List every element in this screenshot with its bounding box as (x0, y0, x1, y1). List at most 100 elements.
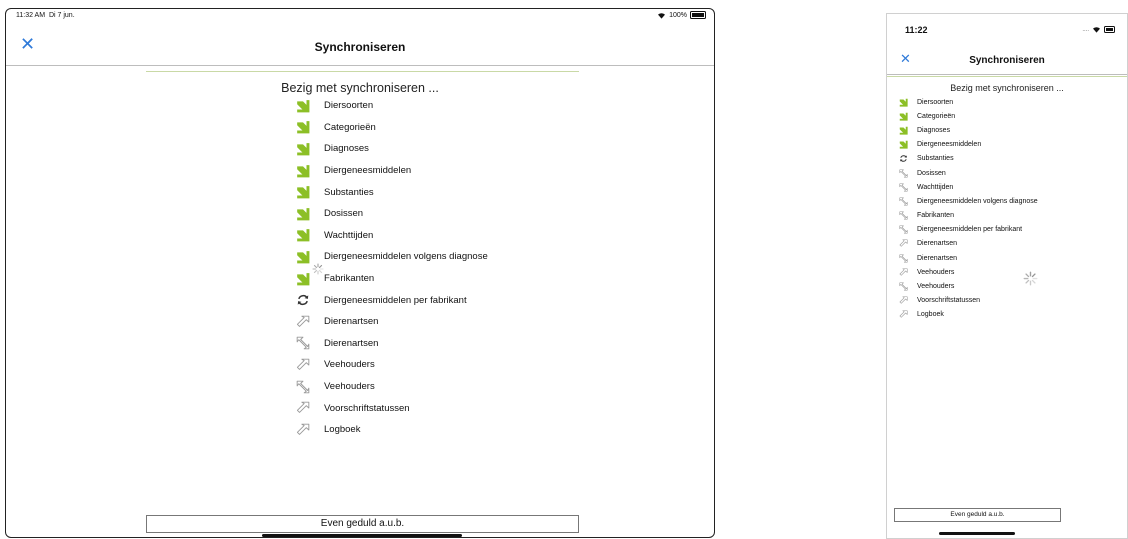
wait-message: Even geduld a.u.b. (894, 508, 1061, 522)
navigation-bar: ✕ Synchroniseren (887, 44, 1127, 75)
outline-arrow-icon (296, 380, 310, 394)
outline-arrow-icon (899, 183, 908, 192)
item-label: Voorschriftstatussen (917, 297, 981, 305)
list-item: Fabrikanten (296, 268, 488, 290)
page-title: Synchroniseren (969, 55, 1045, 66)
loading-spinner-icon (1023, 271, 1038, 291)
status-bar: 11:32 AM Di 7 jun. 100% (6, 9, 714, 27)
list-item: Substanties (899, 152, 1038, 166)
status-date: Di 7 jun. (48, 12, 75, 19)
green-down-arrow-icon (899, 126, 908, 135)
item-label: Substanties (917, 155, 954, 163)
item-label: Categorieën (324, 121, 376, 133)
sync-icon (899, 154, 908, 163)
green-down-arrow-icon (899, 112, 908, 121)
outline-arrow-icon (899, 296, 908, 305)
green-down-arrow-icon (296, 142, 310, 156)
outline-arrow-icon (899, 268, 908, 277)
list-item: Veehouders (296, 376, 488, 398)
green-down-arrow-icon (296, 250, 310, 264)
item-label: Fabrikanten (917, 212, 954, 220)
loading-spinner-icon (312, 262, 324, 280)
list-item: Dierenartsen (296, 311, 488, 333)
sync-heading: Bezig met synchroniseren ... (281, 81, 439, 95)
list-item: Logboek (899, 308, 1038, 322)
tablet-screen: 11:32 AM Di 7 jun. 100% ✕ Synchroniseren… (5, 8, 715, 538)
outline-arrow-icon (899, 310, 908, 319)
top-divider (146, 71, 579, 72)
status-time: 11:32 AM (16, 12, 46, 19)
item-label: Categorieën (917, 112, 956, 120)
list-item: Dierenartsen (899, 251, 1038, 265)
item-label: Diergeneesmiddelen volgens diagnose (324, 251, 488, 263)
item-label: Wachttijden (324, 229, 374, 241)
green-down-arrow-icon (899, 98, 908, 107)
item-label: Dierenartsen (917, 240, 958, 248)
sync-heading: Bezig met synchroniseren ... (950, 83, 1064, 93)
battery-icon (1104, 26, 1115, 33)
outline-arrow-icon (296, 358, 310, 372)
item-label: Dosissen (324, 208, 364, 220)
wifi-icon (658, 12, 666, 19)
item-label: Diagnoses (917, 126, 951, 134)
item-label: Voorschriftstatussen (324, 402, 410, 414)
item-label: Veehouders (324, 381, 375, 393)
list-item: Dierenartsen (899, 237, 1038, 251)
battery-percent: 100% (669, 11, 687, 19)
status-bar: 11:22 .... (887, 14, 1127, 42)
item-label: Diagnoses (324, 143, 369, 155)
item-label: Veehouders (917, 283, 955, 291)
navigation-bar: ✕ Synchroniseren (6, 27, 714, 66)
list-item: Veehouders (899, 265, 1038, 279)
sync-list: Diersoorten Categorieën Diagnoses Diergenee… (296, 95, 488, 441)
outline-arrow-icon (296, 336, 310, 350)
list-item: Diergeneesmiddelen volgens diagnose (296, 246, 488, 268)
status-time-date: 11:32 AM Di 7 jun. (16, 12, 75, 19)
item-label: Wachttijden (917, 183, 954, 191)
outline-arrow-icon (899, 168, 908, 178)
home-indicator[interactable] (939, 532, 1015, 535)
outline-arrow-icon (899, 282, 908, 291)
wait-message: Even geduld a.u.b. (146, 515, 579, 533)
wifi-icon (1093, 27, 1100, 33)
list-item: Diergeneesmiddelen per fabrikant (296, 289, 488, 311)
sync-list: Diersoorten Categorieën Diagnoses Diergenee… (899, 95, 1038, 322)
item-label: Dosissen (917, 169, 946, 177)
battery-icon (690, 11, 706, 19)
green-down-arrow-icon (296, 228, 310, 242)
home-indicator[interactable] (262, 534, 462, 537)
list-item: Diagnoses (899, 123, 1038, 137)
green-down-arrow-icon (296, 120, 310, 134)
list-item: Diersoorten (899, 95, 1038, 109)
item-label: Logboek (917, 311, 944, 319)
status-right: .... (1082, 26, 1115, 33)
list-item: Logboek (296, 419, 488, 441)
item-label: Diergeneesmiddelen volgens diagnose (917, 197, 1038, 205)
outline-arrow-icon (296, 401, 310, 415)
outline-arrow-icon (296, 315, 310, 329)
item-label: Veehouders (324, 359, 375, 371)
top-divider (887, 76, 1127, 77)
list-item: Dosissen (296, 203, 488, 225)
item-label: Logboek (324, 424, 361, 436)
list-item: Veehouders (296, 354, 488, 376)
phone-screen: 11:22 .... ✕ Synchroniseren Bezig met sy… (886, 13, 1128, 539)
item-label: Diersoorten (917, 98, 954, 106)
list-item: Substanties (296, 181, 488, 203)
outline-arrow-icon (899, 211, 908, 220)
list-item: Diergeneesmiddelen per fabrikant (899, 223, 1038, 237)
list-item: Diersoorten (296, 95, 488, 117)
list-item: Wachttijden (899, 180, 1038, 194)
list-item: Diergeneesmiddelen (899, 138, 1038, 152)
list-item: Fabrikanten (899, 209, 1038, 223)
item-label: Fabrikanten (324, 273, 375, 285)
outline-arrow-icon (899, 225, 908, 234)
green-down-arrow-icon (296, 164, 310, 178)
outline-arrow-icon (296, 423, 310, 437)
list-item: Dosissen (899, 166, 1038, 180)
item-label: Dierenartsen (917, 254, 958, 262)
list-item: Categorieën (899, 109, 1038, 123)
page-title: Synchroniseren (314, 40, 406, 54)
green-down-arrow-icon (899, 140, 908, 149)
green-down-arrow-icon (296, 207, 310, 221)
